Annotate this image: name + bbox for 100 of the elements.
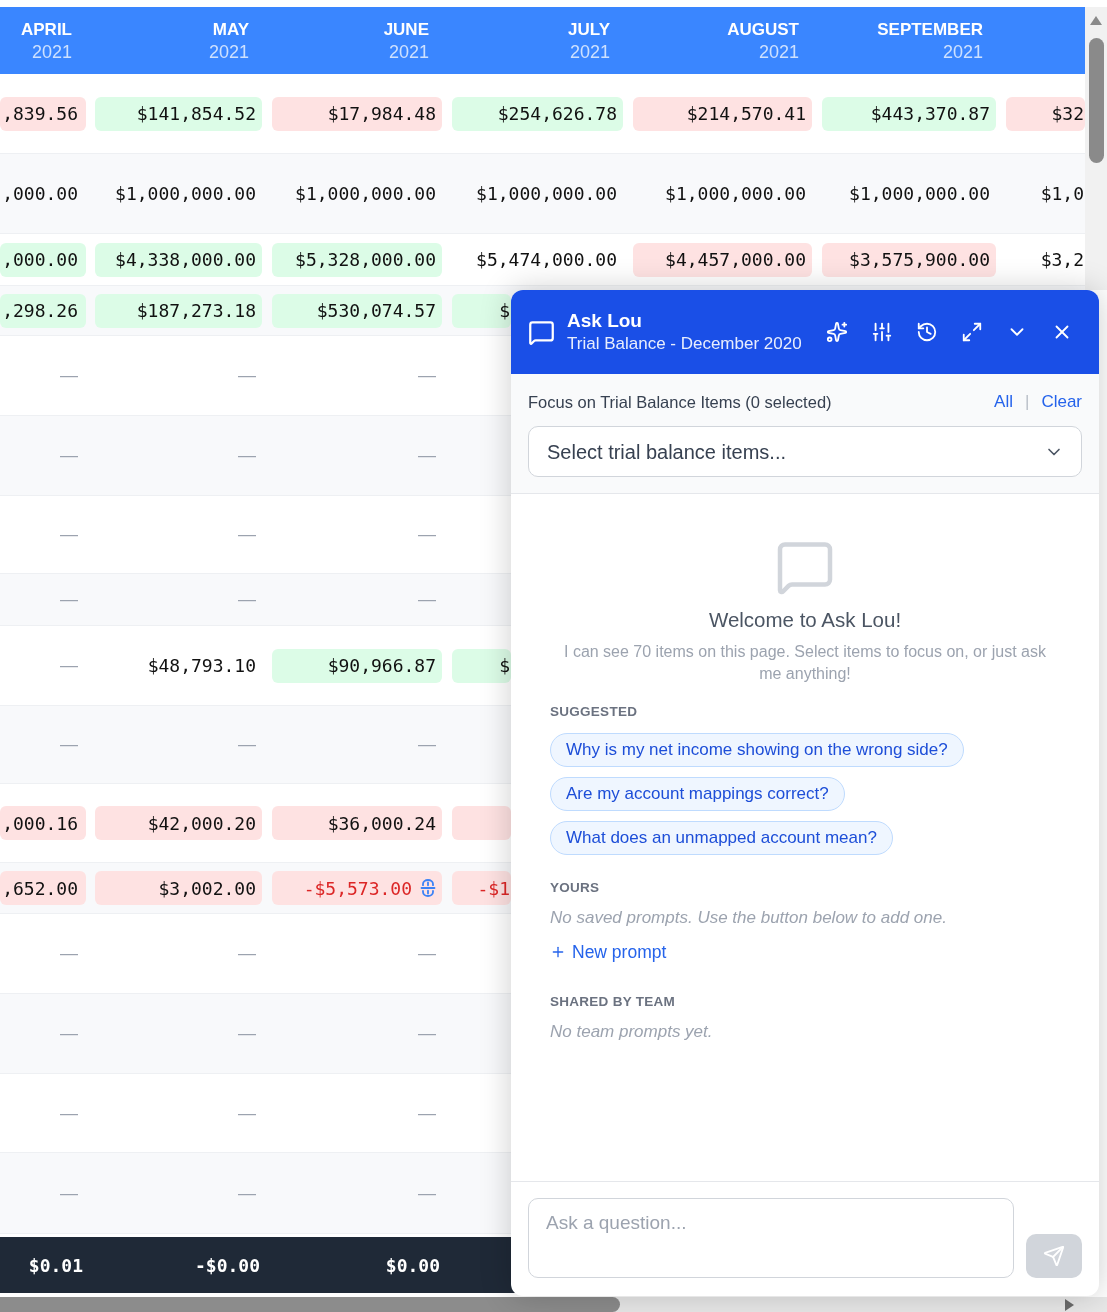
- panel-title: Ask Lou: [567, 309, 643, 333]
- empty-value-dash: —: [60, 1022, 78, 1045]
- horizontal-scrollbar[interactable]: [0, 1297, 1107, 1312]
- table-cell-text: $1,000,000.00: [115, 182, 256, 206]
- empty-value-dash: —: [60, 654, 78, 677]
- empty-value-dash: —: [60, 1181, 78, 1205]
- empty-value-dash: —: [60, 733, 78, 756]
- empty-value-dash: —: [238, 364, 256, 387]
- focus-label: Focus on Trial Balance Items (0 selected): [528, 391, 832, 413]
- scroll-up-arrow-icon[interactable]: [1090, 16, 1102, 25]
- table-cell: ,652.00: [0, 871, 86, 905]
- suggested-prompt-chip[interactable]: Are my account mappings correct?: [550, 777, 845, 811]
- chat-bubble-icon: [528, 318, 555, 346]
- link-separator: |: [1024, 391, 1030, 414]
- empty-value-dash: —: [60, 1101, 78, 1125]
- table-cell: $3,002.00: [95, 871, 262, 905]
- month-label: JULY: [568, 18, 610, 41]
- sparkle-icon: [826, 321, 848, 343]
- table-cell: $90,966.87: [272, 648, 442, 683]
- month-label: AUGUST: [727, 18, 799, 41]
- suggested-prompt-chip[interactable]: What does an unmapped account mean?: [550, 821, 893, 855]
- empty-state-text: No saved prompts. Use the button below to add one.: [550, 907, 947, 929]
- table-cell: -$1: [452, 871, 511, 905]
- items-select[interactable]: Select trial balance items...: [528, 426, 1082, 477]
- table-cell: $: [452, 293, 511, 328]
- empty-value-dash: —: [418, 523, 436, 546]
- empty-value-dash: —: [60, 588, 78, 611]
- table-cell: $3,575,900.00: [822, 242, 996, 277]
- section-heading: SUGGESTED: [550, 704, 638, 720]
- empty-value-dash: —: [418, 942, 436, 965]
- table-cell: $187,273.18: [95, 293, 262, 328]
- sliders-icon: [871, 321, 893, 343]
- table-cell-text: $48,793.10: [147, 654, 256, 678]
- month-label: APRIL: [21, 18, 72, 41]
- empty-value-dash: —: [418, 1022, 436, 1045]
- table-cell: $42,000.20: [95, 806, 262, 840]
- empty-value-dash: —: [60, 942, 78, 965]
- empty-value-dash: —: [60, 444, 78, 467]
- year-label: 2021: [942, 40, 983, 63]
- link-icon[interactable]: [420, 879, 436, 897]
- table-cell: ,000.00: [0, 242, 86, 277]
- table-cell: $32: [1006, 96, 1085, 131]
- table-cell: $254,626.78: [452, 96, 623, 131]
- history-icon: [916, 321, 938, 343]
- question-input[interactable]: Ask a question...: [528, 1198, 1014, 1278]
- table-cell-text: $1,0: [1040, 182, 1084, 206]
- cell-value: -$5,573.00: [303, 876, 412, 901]
- table-cell: ,839.56: [0, 96, 86, 131]
- year-label: 2021: [758, 40, 799, 63]
- table-cell-text: $1,000,000.00: [476, 182, 617, 206]
- table-cell: $141,854.52: [95, 96, 262, 131]
- welcome-heading: Welcome to Ask Lou!: [708, 607, 902, 633]
- table-cell: $443,370.87: [822, 96, 996, 131]
- section-heading: SHARED BY TEAM: [550, 994, 676, 1010]
- clear-link[interactable]: Clear: [1041, 391, 1082, 413]
- empty-value-dash: —: [418, 1181, 436, 1205]
- scrollbar-thumb[interactable]: [1088, 38, 1104, 163]
- select-all-link[interactable]: All: [994, 391, 1013, 413]
- vertical-scrollbar[interactable]: [1085, 7, 1107, 290]
- table-cell-text: $3,2: [1040, 248, 1084, 272]
- plus-icon: [550, 944, 566, 960]
- table-cell: ,000.16: [0, 806, 86, 840]
- empty-value-dash: —: [418, 733, 436, 756]
- table-cell-text: $1,000,000.00: [295, 182, 436, 206]
- table-cell: $214,570.41: [633, 96, 812, 131]
- table-cell: $530,074.57: [272, 293, 442, 328]
- new-prompt-button[interactable]: New prompt: [550, 941, 667, 963]
- table-cell-text: ,000.00: [2, 182, 78, 206]
- empty-value-dash: —: [60, 523, 78, 546]
- scrollbar-thumb[interactable]: [0, 1297, 620, 1312]
- scroll-right-arrow-icon[interactable]: [1065, 1298, 1074, 1311]
- empty-value-dash: —: [418, 1101, 436, 1125]
- panel-subtitle: Trial Balance - December 2020: [567, 333, 802, 355]
- empty-value-dash: —: [418, 588, 436, 611]
- table-cell: ,298.26: [0, 293, 86, 328]
- table-cell: $: [452, 648, 511, 683]
- total-value: $0.01: [28, 1253, 83, 1278]
- total-value: -$0.00: [194, 1253, 260, 1278]
- month-label: SEPTEMBER: [877, 18, 983, 41]
- table-cell: $5,328,000.00: [272, 242, 442, 277]
- month-label: MAY: [212, 18, 249, 41]
- empty-value-dash: —: [418, 364, 436, 387]
- empty-value-dash: —: [238, 942, 256, 965]
- empty-value-dash: —: [238, 588, 256, 611]
- total-value: $0.00: [385, 1253, 440, 1278]
- table-cell: $17,984.48: [272, 96, 442, 131]
- table-cell: $4,338,000.00: [95, 242, 262, 277]
- table-cell-text: $5,474,000.00: [476, 248, 617, 272]
- empty-value-dash: —: [418, 444, 436, 467]
- empty-value-dash: —: [238, 1022, 256, 1045]
- empty-value-dash: —: [238, 1101, 256, 1125]
- table-cell: $36,000.24: [272, 806, 442, 840]
- empty-value-dash: —: [238, 444, 256, 467]
- table-cell: $4,457,000.00: [633, 242, 812, 277]
- empty-value-dash: —: [238, 733, 256, 756]
- welcome-text: I can see 70 items on this page. Select items to focus on, or just ask me anything!: [563, 642, 1047, 684]
- empty-value-dash: —: [60, 364, 78, 387]
- year-label: 2021: [388, 40, 429, 63]
- suggested-prompt-chip[interactable]: Why is my net income showing on the wrong side?: [550, 733, 964, 767]
- month-label: JUNE: [383, 18, 429, 41]
